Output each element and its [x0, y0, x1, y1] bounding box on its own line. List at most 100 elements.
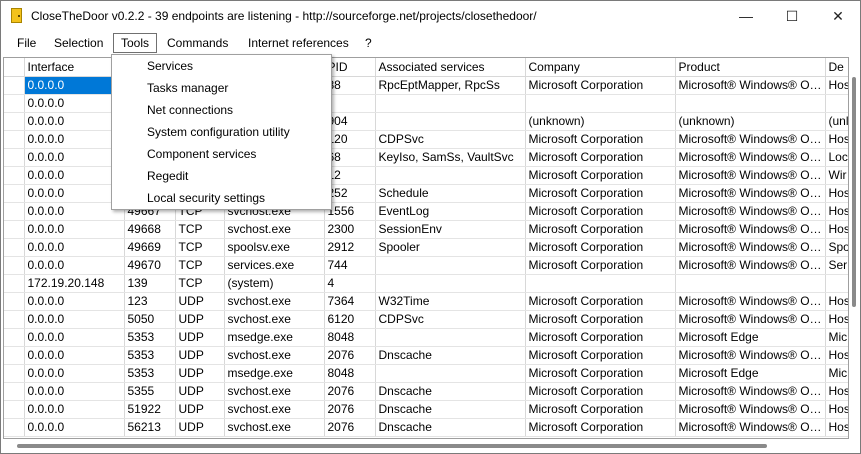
row-header[interactable] — [4, 148, 25, 167]
table-cell[interactable]: 0.0.0.0 — [24, 76, 125, 95]
menu-internet-references[interactable]: Internet references — [241, 33, 356, 53]
table-cell[interactable]: TCP — [175, 274, 225, 293]
row-header[interactable] — [4, 256, 25, 275]
table-cell[interactable]: 5050 — [124, 310, 176, 329]
table-cell[interactable]: TCP — [175, 220, 225, 239]
table-cell[interactable]: 49668 — [124, 220, 176, 239]
table-cell[interactable]: Schedule — [375, 184, 526, 203]
table-cell[interactable]: 0.0.0.0 — [24, 328, 125, 347]
table-cell[interactable]: Hos — [825, 418, 848, 437]
table-cell[interactable]: Microsoft Corporation — [525, 184, 676, 203]
table-cell[interactable]: 0.0.0.0 — [24, 112, 125, 131]
table-cell[interactable]: Hos — [825, 310, 848, 329]
table-cell[interactable]: Microsoft Corporation — [525, 148, 676, 167]
table-cell[interactable]: Hos — [825, 76, 848, 95]
table-cell[interactable]: Microsoft® Windows® Operating System — [675, 238, 826, 257]
table-cell[interactable]: 0.0.0.0 — [24, 184, 125, 203]
maximize-button[interactable]: ☐ — [769, 1, 815, 31]
table-cell[interactable]: 744 — [324, 256, 376, 275]
column-header[interactable]: Associated services — [375, 58, 526, 77]
table-cell[interactable]: svchost.exe — [224, 400, 325, 419]
table-cell[interactable]: 0.0.0.0 — [24, 310, 125, 329]
table-cell[interactable]: svchost.exe — [224, 292, 325, 311]
table-cell[interactable]: 0.0.0.0 — [24, 148, 125, 167]
table-row[interactable]: 0.0.0.0 49669 TCP spoolsv.exe 2912 Spooler Mic… — [4, 238, 848, 257]
table-cell[interactable]: Microsoft Corporation — [525, 166, 676, 185]
table-cell[interactable]: Microsoft Corporation — [525, 328, 676, 347]
table-cell[interactable] — [375, 274, 526, 293]
table-cell[interactable]: 2300 — [324, 220, 376, 239]
table-cell[interactable]: Microsoft Corporation — [525, 238, 676, 257]
row-header[interactable] — [4, 400, 25, 419]
table-cell[interactable]: UDP — [175, 310, 225, 329]
row-header[interactable] — [4, 310, 25, 329]
horizontal-scrollbar[interactable] — [3, 439, 849, 452]
row-header[interactable] — [4, 292, 25, 311]
title-bar[interactable]: CloseTheDoor v0.2.2 - 39 endpoints are l… — [1, 1, 860, 31]
table-cell[interactable] — [375, 364, 526, 383]
horizontal-scroll-thumb[interactable] — [17, 444, 767, 448]
table-cell[interactable]: 0.0.0.0 — [24, 292, 125, 311]
table-cell[interactable]: msedge.exe — [224, 364, 325, 383]
menu-file[interactable]: File — [10, 33, 43, 53]
table-cell[interactable]: 172.19.20.148 — [24, 274, 125, 293]
table-cell[interactable]: 56213 — [124, 418, 176, 437]
table-cell[interactable] — [825, 274, 848, 293]
row-header[interactable] — [4, 202, 25, 221]
column-header[interactable]: Company — [525, 58, 676, 77]
table-cell[interactable] — [525, 274, 676, 293]
table-cell[interactable]: Wir — [825, 166, 848, 185]
table-cell[interactable] — [375, 94, 526, 113]
table-cell[interactable]: 2912 — [324, 238, 376, 257]
table-cell[interactable]: 8048 — [324, 328, 376, 347]
table-cell[interactable]: 7364 — [324, 292, 376, 311]
table-row[interactable]: 0.0.0.0 5353 UDP msedge.exe 8048 Microsoft Co… — [4, 328, 848, 347]
table-cell[interactable]: Hos — [825, 130, 848, 149]
table-row[interactable]: 172.19.20.148 139 TCP (system) 4 — [4, 274, 848, 293]
table-cell[interactable]: UDP — [175, 328, 225, 347]
table-cell[interactable]: Loc — [825, 148, 848, 167]
table-cell[interactable]: 2076 — [324, 346, 376, 365]
table-row[interactable]: 0.0.0.0 5355 UDP svchost.exe 2076 Dnscache Mic… — [4, 382, 848, 401]
table-cell[interactable]: 8048 — [324, 364, 376, 383]
table-cell[interactable]: SessionEnv — [375, 220, 526, 239]
menu-commands[interactable]: Commands — [160, 33, 235, 53]
table-cell[interactable]: Microsoft® Windows® Operating System — [675, 256, 826, 275]
table-cell[interactable]: Hos — [825, 202, 848, 221]
table-cell[interactable]: Microsoft® Windows® Operating System — [675, 310, 826, 329]
table-cell[interactable] — [375, 328, 526, 347]
table-cell[interactable]: Hos — [825, 400, 848, 419]
row-header[interactable] — [4, 274, 25, 293]
table-cell[interactable]: 139 — [124, 274, 176, 293]
menu-item-services[interactable]: Services — [147, 55, 193, 77]
table-cell[interactable]: 5353 — [124, 364, 176, 383]
table-cell[interactable]: services.exe — [224, 256, 325, 275]
table-cell[interactable]: TCP — [175, 256, 225, 275]
table-cell[interactable]: TCP — [175, 238, 225, 257]
table-cell[interactable]: Microsoft Corporation — [525, 400, 676, 419]
row-header[interactable] — [4, 346, 25, 365]
table-cell[interactable]: 0.0.0.0 — [24, 238, 125, 257]
table-cell[interactable]: Hos — [825, 292, 848, 311]
table-cell[interactable]: Spo — [825, 238, 848, 257]
table-cell[interactable]: Microsoft Corporation — [525, 202, 676, 221]
table-cell[interactable]: Microsoft® Windows® Operating System — [675, 220, 826, 239]
table-cell[interactable]: svchost.exe — [224, 310, 325, 329]
table-cell[interactable]: 0.0.0.0 — [24, 202, 125, 221]
table-cell[interactable]: Hos — [825, 184, 848, 203]
row-header[interactable] — [4, 184, 25, 203]
table-cell[interactable]: CDPSvc — [375, 130, 526, 149]
table-cell[interactable]: 2076 — [324, 400, 376, 419]
row-header[interactable] — [4, 112, 25, 131]
table-cell[interactable]: Microsoft Corporation — [525, 292, 676, 311]
table-row[interactable]: 0.0.0.0 51922 UDP svchost.exe 2076 Dnscache Mi… — [4, 400, 848, 419]
table-cell[interactable] — [375, 166, 526, 185]
table-cell[interactable]: 123 — [124, 292, 176, 311]
menu-selection[interactable]: Selection — [47, 33, 110, 53]
table-cell[interactable]: Microsoft® Windows® Operating System — [675, 346, 826, 365]
table-cell[interactable]: Microsoft Corporation — [525, 220, 676, 239]
menu-item-tasks-manager[interactable]: Tasks manager — [147, 77, 228, 99]
table-cell[interactable]: W32Time — [375, 292, 526, 311]
table-cell[interactable]: Microsoft® Windows® Operating System — [675, 130, 826, 149]
table-cell[interactable]: Hos — [825, 382, 848, 401]
